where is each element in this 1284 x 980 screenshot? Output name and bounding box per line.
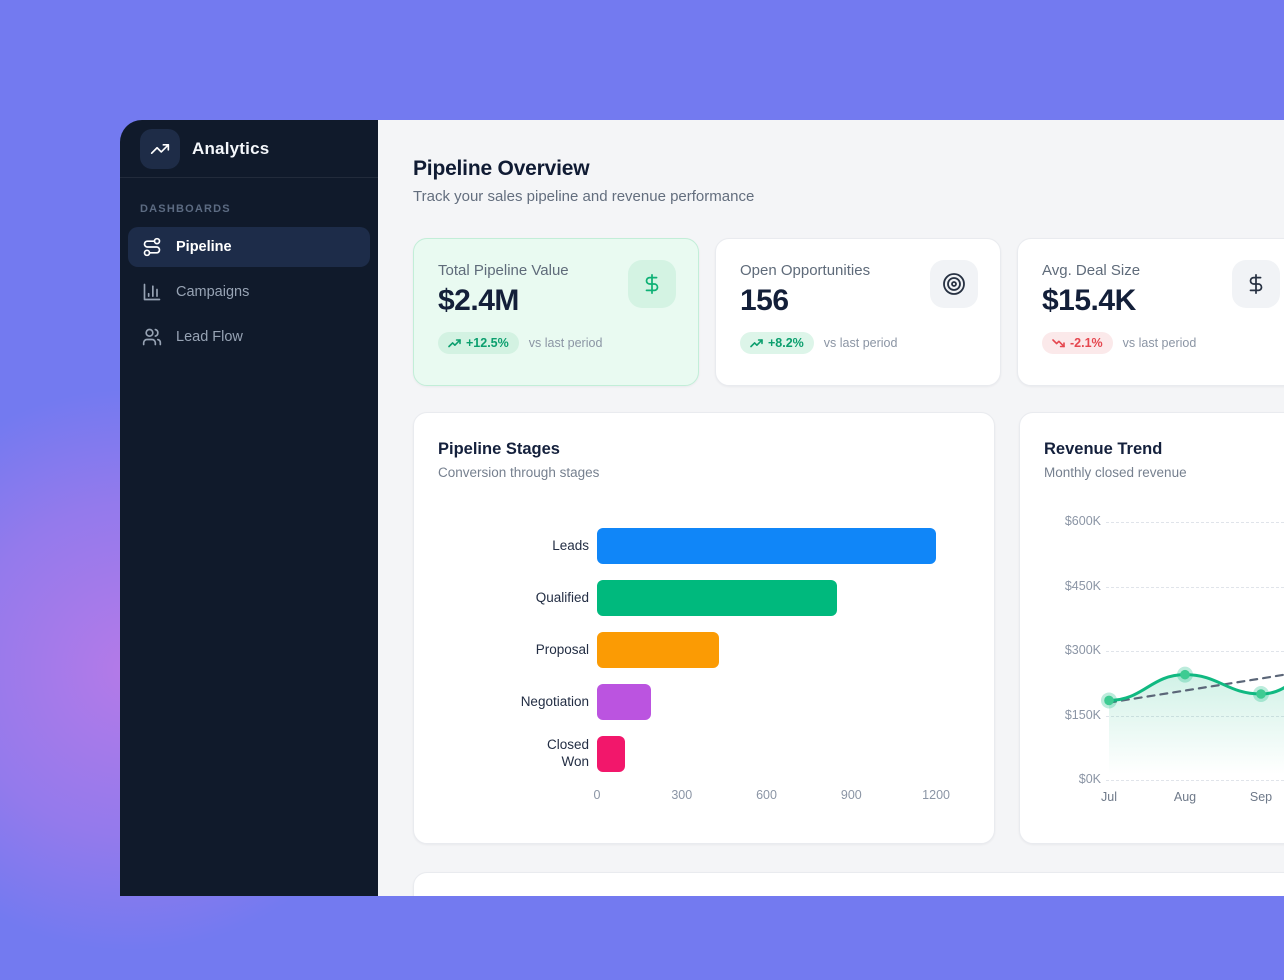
sidebar-item-label: Campaigns xyxy=(176,284,249,300)
route-icon xyxy=(142,237,162,257)
revenue-area-fill xyxy=(1109,660,1284,780)
trending-down-icon xyxy=(1052,339,1065,348)
y-axis-tick: $450K xyxy=(1044,579,1101,593)
bar-track xyxy=(597,580,970,616)
dollar-icon xyxy=(1245,273,1267,295)
bar-qualified[interactable] xyxy=(597,580,837,616)
x-axis-tick: 600 xyxy=(756,788,777,802)
sidebar-item-label: Pipeline xyxy=(176,239,232,255)
y-axis-tick: $600K xyxy=(1044,514,1101,528)
sidebar-section-label: DASHBOARDS xyxy=(140,203,358,215)
sidebar-item-campaigns[interactable]: Campaigns xyxy=(128,272,370,312)
sidebar-item-label: Lead Flow xyxy=(176,329,243,345)
x-axis-tick: 1200 xyxy=(922,788,950,802)
stage-bar-list: Leads Qualified Proposal Negotiation Closed … xyxy=(438,528,970,772)
revenue-trend-card: Revenue Trend Monthly closed revenue $60… xyxy=(1019,412,1284,844)
revenue-line-svg xyxy=(1094,510,1284,810)
main-area: Pipeline Overview Track your sales pipel… xyxy=(378,120,1284,896)
bar-leads[interactable] xyxy=(597,528,936,564)
data-point[interactable] xyxy=(1180,670,1190,680)
app-logo xyxy=(140,129,180,169)
bar-track xyxy=(597,684,970,720)
bottom-card xyxy=(413,872,1284,896)
x-axis-tick: 900 xyxy=(841,788,862,802)
charts-row: Pipeline Stages Conversion through stage… xyxy=(413,412,1284,844)
trending-up-icon xyxy=(150,139,170,159)
trending-up-icon xyxy=(750,339,763,348)
target-icon xyxy=(942,272,966,296)
app-window: Analytics DASHBOARDS Pipeline Campaigns xyxy=(120,120,1284,896)
x-axis-tick: 300 xyxy=(671,788,692,802)
data-point[interactable] xyxy=(1256,689,1266,699)
bar-category-label: Closed Won xyxy=(438,737,589,771)
y-axis-tick: $150K xyxy=(1044,708,1101,722)
chart-title: Revenue Trend xyxy=(1044,439,1278,460)
kpi-change-badge: +8.2% xyxy=(740,332,814,354)
data-point[interactable] xyxy=(1104,696,1114,706)
trending-up-icon xyxy=(448,339,461,348)
sidebar-item-lead-flow[interactable]: Lead Flow xyxy=(128,317,370,357)
bar-proposal[interactable] xyxy=(597,632,719,668)
app-name: Analytics xyxy=(192,139,269,159)
x-axis-tick: 0 xyxy=(594,788,601,802)
bar-row: Qualified xyxy=(438,580,970,616)
y-axis-tick: $300K xyxy=(1044,643,1101,657)
bar-category-label: Proposal xyxy=(438,642,589,659)
y-axis-tick: $0K xyxy=(1044,772,1101,786)
pipeline-stages-card: Pipeline Stages Conversion through stage… xyxy=(413,412,995,844)
bar-closed-won[interactable] xyxy=(597,736,625,772)
kpi-change-badge: +12.5% xyxy=(438,332,519,354)
kpi-change-badge: -2.1% xyxy=(1042,332,1113,354)
bar-row: Leads xyxy=(438,528,970,564)
kpi-compare-label: vs last period xyxy=(529,336,603,350)
bar-row: Negotiation xyxy=(438,684,970,720)
kpi-card-total-pipeline-value[interactable]: Total Pipeline Value $2.4M +12.5% vs las… xyxy=(413,238,699,386)
stage-x-axis: 0 300 600 900 1200 xyxy=(597,788,970,804)
chart-subtitle: Monthly closed revenue xyxy=(1044,463,1278,482)
page-title: Pipeline Overview xyxy=(413,156,1284,182)
kpi-row: Total Pipeline Value $2.4M +12.5% vs las… xyxy=(413,238,1284,386)
sidebar: Analytics DASHBOARDS Pipeline Campaigns xyxy=(120,120,378,896)
users-icon xyxy=(142,327,162,347)
bar-track xyxy=(597,632,970,668)
sidebar-item-pipeline[interactable]: Pipeline xyxy=(128,227,370,267)
bar-row: Closed Won xyxy=(438,736,970,772)
kpi-compare-label: vs last period xyxy=(1123,336,1197,350)
revenue-line-chart: $600K$450K$300K$150K$0KJulAugSep xyxy=(1044,522,1278,822)
kpi-icon-tile xyxy=(930,260,978,308)
kpi-card-avg-deal-size[interactable]: Avg. Deal Size $15.4K -2.1% vs last peri… xyxy=(1017,238,1284,386)
bar-negotiation[interactable] xyxy=(597,684,651,720)
kpi-card-open-opportunities[interactable]: Open Opportunities 156 +8.2% vs last per… xyxy=(715,238,1001,386)
sidebar-nav: Pipeline Campaigns Lead Flow xyxy=(120,215,378,357)
chart-subtitle: Conversion through stages xyxy=(438,463,970,482)
dollar-icon xyxy=(641,273,663,295)
bar-chart-icon xyxy=(142,282,162,302)
page-subtitle: Track your sales pipeline and revenue pe… xyxy=(413,186,1284,208)
bar-row: Proposal xyxy=(438,632,970,668)
kpi-icon-tile xyxy=(628,260,676,308)
bar-category-label: Qualified xyxy=(438,590,589,607)
logo-row: Analytics xyxy=(120,120,378,178)
bar-category-label: Leads xyxy=(438,538,589,555)
kpi-icon-tile xyxy=(1232,260,1280,308)
bar-track xyxy=(597,736,970,772)
bar-track xyxy=(597,528,970,564)
kpi-compare-label: vs last period xyxy=(824,336,898,350)
chart-title: Pipeline Stages xyxy=(438,439,970,460)
bar-category-label: Negotiation xyxy=(438,694,589,711)
